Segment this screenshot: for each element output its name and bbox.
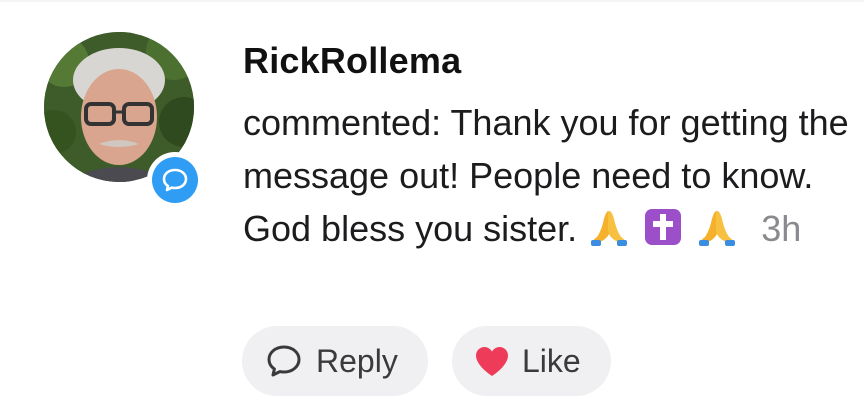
speech-bubble-icon (267, 345, 301, 377)
comment-badge-icon (147, 152, 203, 208)
folded-hands-icon (699, 211, 736, 246)
comment-text: commented: Thank you for getting the mes… (243, 102, 849, 249)
username[interactable]: RickRollema (243, 40, 461, 82)
like-button[interactable]: Like (452, 326, 611, 396)
like-label: Like (522, 342, 581, 379)
reply-button[interactable]: Reply (242, 326, 428, 396)
latin-cross-icon (645, 209, 682, 245)
timestamp: 3h (761, 208, 802, 249)
comment-body: commented: Thank you for getting the mes… (243, 96, 853, 255)
reply-label: Reply (316, 342, 398, 379)
folded-hands-icon (591, 211, 628, 246)
heart-icon (476, 347, 508, 376)
top-divider (0, 0, 864, 2)
avatar-container[interactable] (44, 32, 208, 208)
